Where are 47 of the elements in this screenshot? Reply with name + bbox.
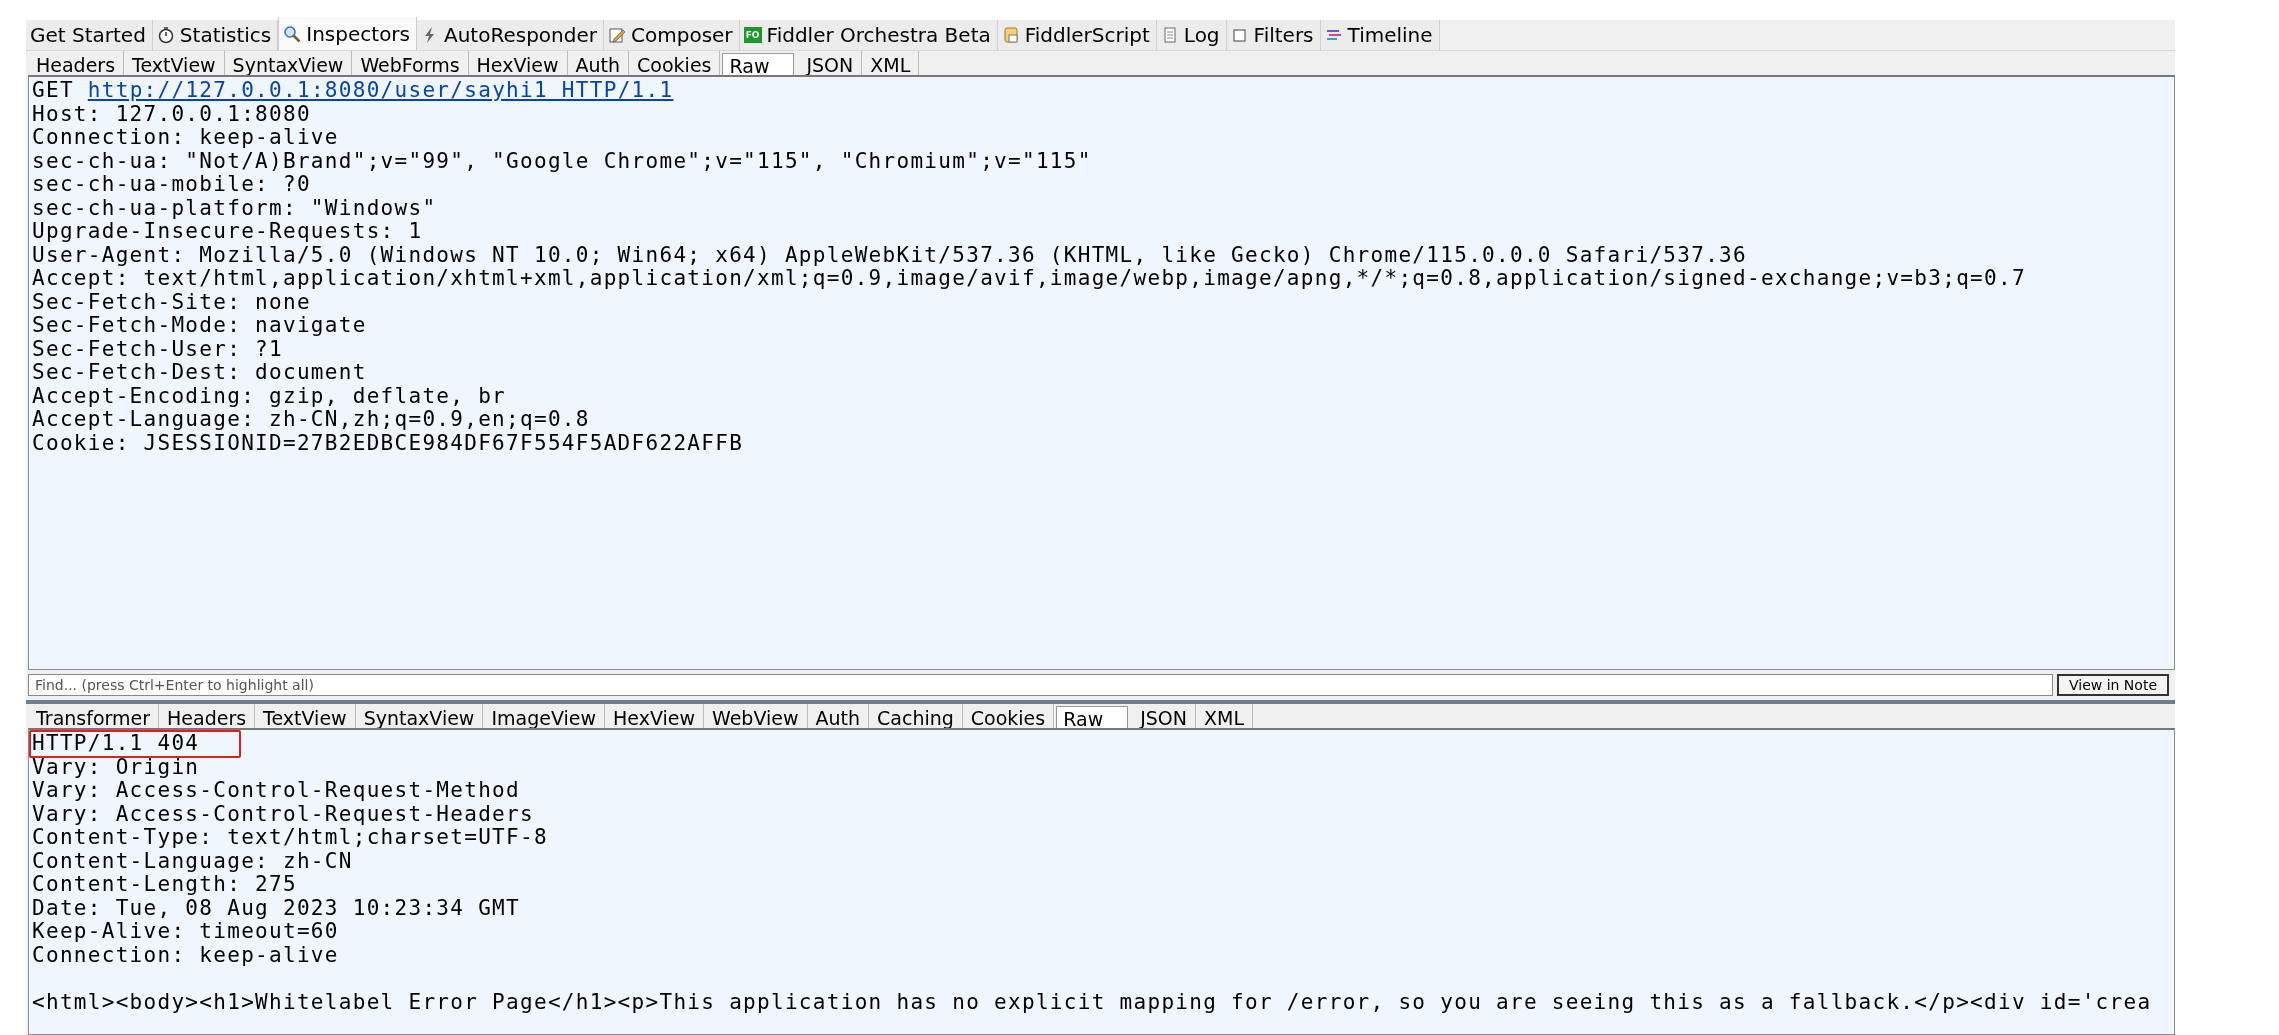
header-line: sec-ch-ua: "Not/A)Brand";v="99", "Google Chrome";v="115", "Chromium";v="115" <box>32 149 1093 173</box>
view-in-note-button[interactable]: View in Note <box>2056 674 2169 696</box>
tab[interactable]: Composer <box>604 20 740 50</box>
header-line: Vary: Origin <box>32 755 201 779</box>
header-line: sec-ch-ua-mobile: ?0 <box>32 173 312 197</box>
tab[interactable]: Get Started <box>26 20 153 50</box>
tab[interactable]: FiddlerScript <box>997 20 1157 50</box>
header-line: Sec-Fetch-Dest: document <box>32 361 368 385</box>
tab[interactable]: FO Fiddler Orchestra Beta <box>739 20 998 50</box>
header-line: Keep-Alive: timeout=60 <box>32 920 340 944</box>
find-field[interactable]: Find... (press Ctrl+Enter to highlight all) <box>28 674 2053 696</box>
stopwatch-icon <box>156 26 175 44</box>
tab[interactable]: Statistics <box>152 20 279 50</box>
header-line: Content-Length: 275 <box>32 873 298 897</box>
header-line: Vary: Access-Control-Request-Headers <box>32 802 535 826</box>
header-line: Cookie: JSESSIONID=27B2EDBCE984DF67F554F5ADF622AFFB <box>32 431 745 455</box>
header-line: Date: Tue, 08 Aug 2023 10:23:34 GMT <box>32 896 521 920</box>
badge-icon: FO <box>743 27 762 43</box>
magnifier-icon <box>283 24 302 43</box>
tab[interactable]: Raw <box>1056 706 1129 728</box>
header-line: Connection: keep-alive <box>32 943 340 967</box>
scroll-icon <box>1001 26 1020 44</box>
header-line: Accept: text/html,application/xhtml+xml,application/xml;q=0.9,image/avif,image/webp,image/apng,*/*;q=0.8,application/signed-exchange;v=b3;q=0.7 <box>32 267 2027 291</box>
header-line: Connection: keep-alive <box>32 126 340 150</box>
header-line: Accept-Encoding: gzip, deflate, br <box>32 384 508 408</box>
method-text: GET <box>32 78 74 102</box>
tab[interactable]: Filters <box>1226 20 1321 50</box>
header-line: Vary: Access-Control-Request-Method <box>32 779 521 803</box>
tab[interactable]: Inspectors <box>278 17 417 50</box>
header-line: sec-ch-ua-platform: "Windows" <box>32 196 438 220</box>
header-line: User-Agent: Mozilla/5.0 (Windows NT 10.0; Win64; x64) AppleWebKit/537.36 (KHTML, like Gecko) Chrome/115.0.0.0 Safari/537.36 <box>32 243 1748 267</box>
tab[interactable]: Raw <box>722 53 795 75</box>
header-line: Sec-Fetch-Mode: navigate <box>32 314 368 338</box>
tab[interactable]: Log <box>1156 20 1227 50</box>
pencil-note-icon <box>608 26 626 44</box>
header-line: Upgrade-Insecure-Requests: 1 <box>32 220 424 244</box>
tab[interactable]: Timeline <box>1320 20 1440 50</box>
url-link[interactable]: http://127.0.0.1:8080/user/sayhi1 HTTP/1.1 <box>87 78 674 102</box>
tab[interactable]: AutoResponder <box>417 20 604 50</box>
body-line: <html><body><h1>Whitelabel Error Page</h1><p>This application has no explicit mapping for /error, so you are seeing this as a fallback.</p><div id='crea <box>32 990 2153 1014</box>
header-line: Sec-Fetch-User: ?1 <box>32 337 284 361</box>
header-line: Sec-Fetch-Site: none <box>32 290 312 314</box>
header-line: Content-Type: text/html;charset=UTF-8 <box>32 826 549 850</box>
header-line: Content-Language: zh-CN <box>32 849 354 873</box>
header-line: Accept-Language: zh-CN,zh;q=0.9,en;q=0.8 <box>32 408 591 432</box>
checkbox-icon <box>1230 26 1249 44</box>
header-line: Host: 127.0.0.1:8080 <box>32 102 312 126</box>
